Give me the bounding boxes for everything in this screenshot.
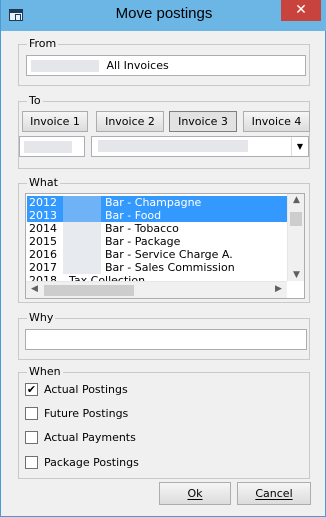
from-redacted-text <box>31 60 99 72</box>
item-code: 2015 <box>29 235 57 248</box>
item-redacted <box>63 209 101 222</box>
checkbox-label: Actual Payments <box>44 431 136 444</box>
item-code: 2014 <box>29 222 57 235</box>
chevron-down-icon[interactable]: ▼ <box>291 137 308 156</box>
checkbox-check-icon[interactable]: ✔ <box>25 383 38 396</box>
why-input[interactable] <box>25 329 307 350</box>
to-target-combobox[interactable]: ▼ <box>91 136 309 157</box>
item-name: Bar - Service Charge A. <box>105 248 233 261</box>
item-name: Bar - Food <box>105 209 162 222</box>
item-redacted <box>63 222 101 235</box>
cancel-button[interactable]: Cancel <box>237 482 311 505</box>
checkbox-box[interactable] <box>25 456 38 469</box>
item-code: 2012 <box>29 196 57 209</box>
what-group: What 2012 Bar - Champagne 2013 Bar - Foo… <box>18 176 310 303</box>
to-account-redacted <box>24 141 72 153</box>
checkbox-box[interactable] <box>25 407 38 420</box>
checkbox-label: Package Postings <box>44 456 139 469</box>
invoice-1-button[interactable]: Invoice 1 <box>22 111 88 132</box>
to-legend: To <box>27 94 43 108</box>
list-item[interactable]: 2014 Bar - Tobacco <box>27 222 287 235</box>
title-bar: Move postings ✕ <box>1 0 326 31</box>
item-code: 2013 <box>29 209 57 222</box>
vertical-scroll-thumb[interactable] <box>290 212 302 226</box>
item-name: Bar - Package <box>105 235 181 248</box>
from-field[interactable]: All Invoices <box>26 55 306 76</box>
list-item[interactable]: 2013 Bar - Food <box>27 209 287 222</box>
from-value: All Invoices <box>106 59 169 72</box>
to-account-field[interactable] <box>19 136 85 157</box>
item-name: Bar - Sales Commission <box>105 261 235 274</box>
item-redacted <box>63 261 101 274</box>
what-legend: What <box>27 176 60 190</box>
list-item[interactable]: 2016 Bar - Service Charge A. <box>27 248 287 261</box>
ok-button[interactable]: Ok <box>159 482 231 505</box>
scroll-left-icon[interactable]: ◀ <box>26 284 43 294</box>
list-item[interactable]: 2012 Bar - Champagne <box>27 196 287 209</box>
checkbox-label: Actual Postings <box>44 383 128 396</box>
from-legend: From <box>27 37 59 51</box>
checkbox-label: Future Postings <box>44 407 129 420</box>
scroll-down-icon[interactable]: ▼ <box>288 270 304 280</box>
scroll-up-icon[interactable]: ▲ <box>288 195 304 205</box>
invoice-3-button[interactable]: Invoice 3 <box>169 111 237 132</box>
item-code: 2016 <box>29 248 57 261</box>
why-group: Why <box>18 311 310 360</box>
why-legend: Why <box>27 311 56 325</box>
horizontal-scrollbar[interactable]: ◀ ▶ <box>26 281 287 298</box>
invoice-4-button[interactable]: Invoice 4 <box>243 111 310 132</box>
item-code: 2017 <box>29 261 57 274</box>
window-title: Move postings <box>115 5 213 22</box>
item-redacted <box>63 248 101 261</box>
horizontal-scroll-thumb[interactable] <box>44 285 134 296</box>
scroll-right-icon[interactable]: ▶ <box>270 284 287 294</box>
to-group: To Invoice 1 Invoice 2 Invoice 3 Invoice… <box>18 94 310 169</box>
vertical-scrollbar[interactable]: ▲ ▼ <box>287 194 304 281</box>
to-target-redacted <box>98 140 248 152</box>
list-item[interactable]: 2017 Bar - Sales Commission <box>27 261 287 274</box>
checkbox-box[interactable] <box>25 431 38 444</box>
item-name: Bar - Champagne <box>105 196 202 209</box>
from-group: From All Invoices <box>18 37 310 86</box>
what-listbox[interactable]: 2012 Bar - Champagne 2013 Bar - Food 201… <box>25 193 305 299</box>
when-legend: When <box>27 365 63 379</box>
cancel-label: Cancel <box>255 487 293 500</box>
invoice-2-button[interactable]: Invoice 2 <box>96 111 164 132</box>
move-postings-dialog: Move postings ✕ From All Invoices To Inv… <box>0 0 326 517</box>
item-name: Bar - Tobacco <box>105 222 179 235</box>
item-redacted <box>63 235 101 248</box>
list-item[interactable]: 2015 Bar - Package <box>27 235 287 248</box>
ok-label: Ok <box>187 487 203 500</box>
item-redacted <box>63 196 101 209</box>
close-button[interactable]: ✕ <box>281 0 321 21</box>
